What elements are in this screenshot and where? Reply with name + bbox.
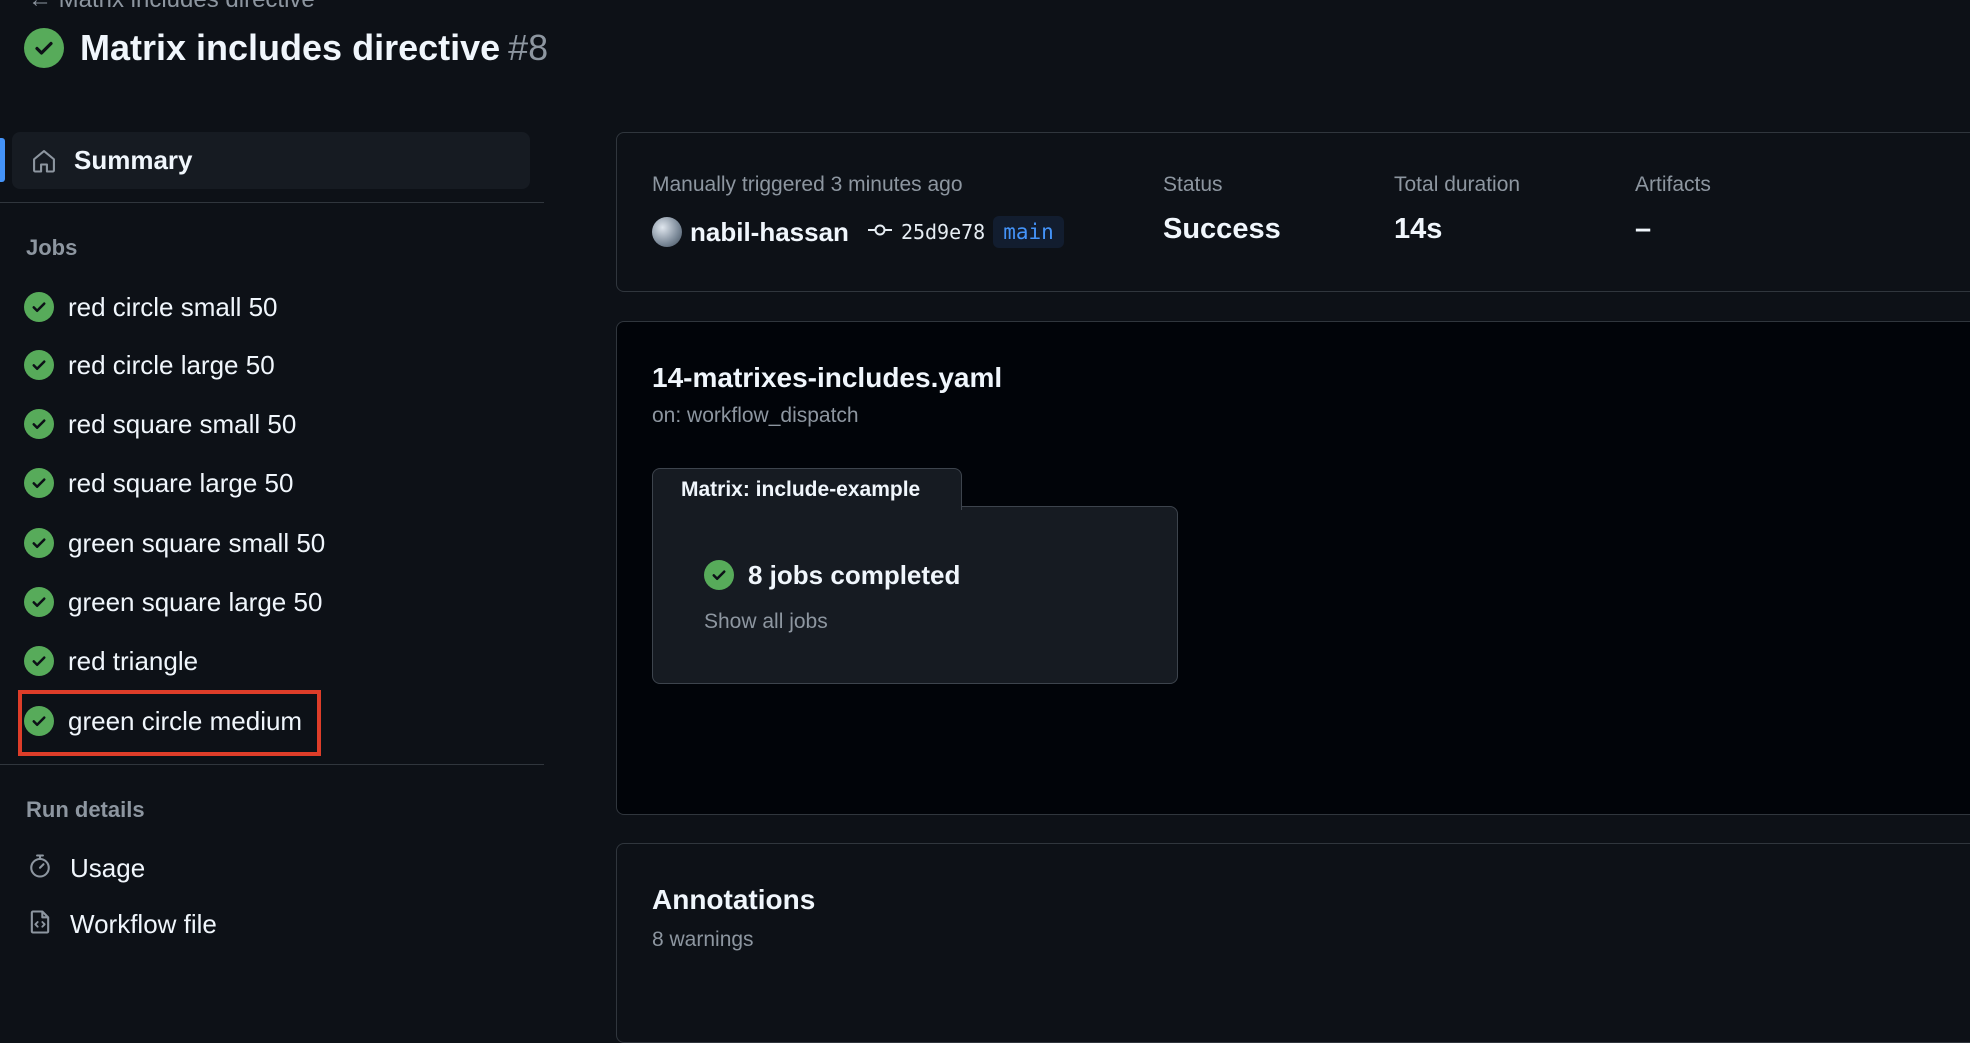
sidebar-job-item[interactable]: red circle large 50 <box>24 345 275 385</box>
workflow-trigger: on: workflow_dispatch <box>652 404 859 427</box>
show-all-jobs-link[interactable]: Show all jobs <box>704 610 828 634</box>
sidebar-job-item[interactable]: red square small 50 <box>24 404 296 444</box>
run-number: #8 <box>508 27 549 68</box>
sidebar-item-label: Usage <box>70 852 146 883</box>
matrix-job-card[interactable] <box>652 506 1178 684</box>
success-check-icon <box>24 292 54 322</box>
job-label: red square large 50 <box>68 467 294 498</box>
breadcrumb[interactable]: ← Matrix includes directive <box>28 0 315 14</box>
artifacts-value: – <box>1635 213 1652 245</box>
duration-label: Total duration <box>1394 173 1521 196</box>
sidebar-job-item[interactable]: red square large 50 <box>24 463 293 503</box>
page-title: Matrix includes directive #8 <box>80 27 548 69</box>
success-check-icon <box>24 28 64 68</box>
sidebar-item-summary[interactable]: Summary <box>12 132 530 189</box>
sidebar-job-item[interactable]: green square large 50 <box>24 582 322 622</box>
commit-sha-link[interactable]: 25d9e78 <box>901 220 985 244</box>
sidebar-divider <box>0 202 544 203</box>
duration-value: 14s <box>1394 213 1443 245</box>
avatar[interactable] <box>652 217 682 247</box>
artifacts-label: Artifacts <box>1635 173 1711 196</box>
sidebar-item-label: Summary <box>74 145 193 175</box>
status-value: Success <box>1163 213 1281 245</box>
run-summary-panel <box>616 132 1970 292</box>
job-label: red circle large 50 <box>68 349 275 380</box>
success-check-icon <box>704 560 734 590</box>
home-icon <box>28 145 60 177</box>
highlight-box <box>18 690 321 756</box>
run-title: Matrix includes directive <box>80 27 501 68</box>
file-code-icon <box>26 908 54 941</box>
workflow-file-name: 14-matrixes-includes.yaml <box>652 362 1003 393</box>
jobs-completed-text: 8 jobs completed <box>748 559 961 590</box>
matrix-tab: Matrix: include-example <box>652 468 962 510</box>
sidebar-job-item[interactable]: green square small 50 <box>24 523 325 563</box>
sidebar-item-label: Workflow file <box>70 908 217 939</box>
stopwatch-icon <box>26 852 54 885</box>
branch-badge[interactable]: main <box>993 216 1064 248</box>
success-check-icon <box>24 528 54 558</box>
trigger-details: nabil-hassan 25d9e78 main <box>652 214 1064 250</box>
sidebar-divider <box>0 764 544 765</box>
annotations-count: 8 warnings <box>652 928 754 951</box>
success-check-icon <box>24 409 54 439</box>
actor-link[interactable]: nabil-hassan <box>690 217 849 248</box>
success-check-icon <box>24 646 54 676</box>
trigger-text: Manually triggered 3 minutes ago <box>652 173 963 196</box>
annotations-title: Annotations <box>652 884 816 915</box>
job-label: red triangle <box>68 645 199 676</box>
success-check-icon <box>24 468 54 498</box>
job-label: green square large 50 <box>68 586 323 617</box>
run-details-heading: Run details <box>26 797 145 822</box>
git-commit-icon <box>867 220 893 245</box>
sidebar-job-item[interactable]: red triangle <box>24 641 198 681</box>
job-label: green square small 50 <box>68 527 326 558</box>
sidebar-job-item[interactable]: red circle small 50 <box>24 287 278 327</box>
job-label: red square small 50 <box>68 408 297 439</box>
success-check-icon <box>24 587 54 617</box>
sidebar-item-usage[interactable]: Usage <box>26 850 145 886</box>
success-check-icon <box>24 350 54 380</box>
jobs-heading: Jobs <box>26 235 78 260</box>
page-header: Matrix includes directive #8 <box>24 24 548 72</box>
active-indicator <box>0 138 5 182</box>
annotations-panel <box>616 843 1970 1043</box>
sidebar-item-workflow-file[interactable]: Workflow file <box>26 906 217 942</box>
matrix-jobs-status: 8 jobs completed <box>704 556 960 594</box>
status-label: Status <box>1163 173 1223 196</box>
job-label: red circle small 50 <box>68 291 278 322</box>
